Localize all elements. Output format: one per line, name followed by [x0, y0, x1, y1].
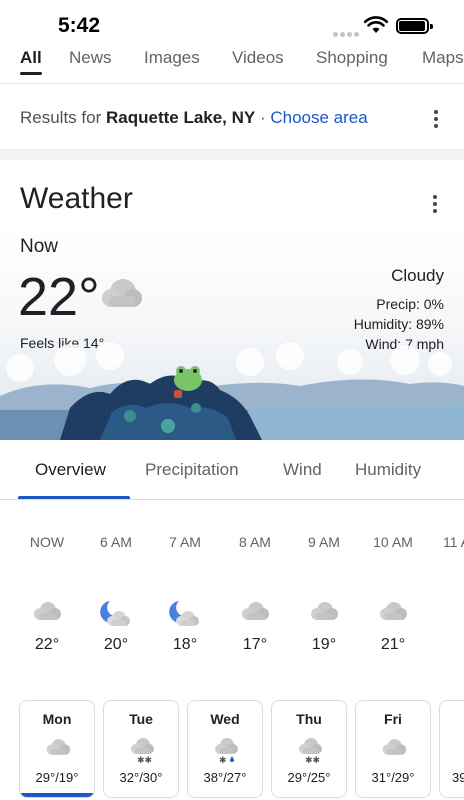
snow-rain-cloud-icon: ✱	[215, 738, 238, 765]
humidity: Humidity: 89%	[353, 316, 444, 332]
day-card-thu[interactable]: Thu ✱✱ 29°/25°	[271, 700, 347, 798]
cloud-icon	[102, 279, 142, 307]
weather-more-options-icon[interactable]	[433, 195, 437, 216]
day-name: Wed	[210, 711, 240, 727]
cloud-icon	[380, 602, 407, 620]
current-temperature: 22°	[18, 267, 100, 327]
tab-videos[interactable]: Videos	[232, 48, 284, 68]
separator: ·	[255, 108, 271, 127]
hourly-item: 6 AM 20°	[86, 534, 146, 653]
tab-overview[interactable]: Overview	[35, 460, 106, 480]
more-options-icon[interactable]	[434, 110, 438, 131]
choose-area-link[interactable]: Choose area	[270, 108, 367, 127]
location-name: Raquette Lake, NY	[105, 108, 256, 127]
cloud-icon	[311, 602, 338, 620]
hour-time: NOW	[29, 534, 65, 550]
active-tab-indicator	[18, 496, 130, 499]
moon-cloud-icon	[100, 601, 130, 626]
day-temps: 39	[452, 770, 464, 785]
results-prefix: Results for	[20, 108, 106, 127]
now-label: Now	[20, 236, 59, 257]
battery-icon	[396, 18, 433, 34]
tab-images[interactable]: Images	[144, 48, 200, 68]
hour-temp: 21°	[380, 636, 406, 653]
signal-icon	[333, 24, 361, 42]
day-card-tue[interactable]: Tue ✱✱ 32°/30°	[103, 700, 179, 798]
snow-cloud-icon: ✱✱	[299, 738, 322, 765]
precip: Precip: 0%	[376, 296, 444, 312]
hour-temp: 17°	[242, 636, 268, 653]
snow-cloud-icon: ✱✱	[131, 738, 154, 765]
location-bar: Results for Raquette Lake, NY · Choose a…	[0, 84, 464, 150]
day-temps: 29°/19°	[35, 770, 79, 785]
svg-text:✱✱: ✱✱	[305, 756, 320, 765]
weather-tabs: Overview Precipitation Wind Humidity	[0, 440, 464, 500]
hour-temp: 20°	[103, 636, 129, 653]
day-temps: 38°/27°	[203, 770, 247, 785]
cloud-icon	[34, 602, 61, 620]
wifi-icon	[364, 16, 388, 33]
hourly-item: 8 AM 17°	[225, 534, 285, 653]
status-time: 5:42	[58, 14, 101, 37]
location-text: Results for Raquette Lake, NY · Choose a…	[20, 108, 368, 128]
day-name: Tue	[129, 711, 153, 727]
hour-time: 9 AM	[308, 534, 340, 550]
hour-time: 8 AM	[239, 534, 271, 550]
moon-cloud-icon	[169, 601, 199, 626]
hourly-item: 11 A 23	[433, 534, 464, 550]
day-name: Mon	[42, 711, 72, 727]
hour-time: 6 AM	[100, 534, 132, 550]
hour-temp: 22°	[34, 636, 60, 653]
hour-temp: 18°	[172, 636, 198, 653]
day-temps: 29°/25°	[287, 770, 331, 785]
day-card-wed[interactable]: Wed ✱ 38°/27°	[187, 700, 263, 798]
hour-time: 11 A	[443, 534, 464, 550]
tab-shopping[interactable]: Shopping	[316, 48, 388, 68]
day-temps: 32°/30°	[119, 770, 163, 785]
cloud-icon	[46, 739, 71, 755]
status-bar: 5:42	[0, 0, 464, 44]
svg-text:✱: ✱	[219, 756, 227, 765]
tab-wind[interactable]: Wind	[283, 460, 322, 480]
search-tabs: All News Images Videos Shopping Maps	[0, 44, 464, 84]
tab-news[interactable]: News	[69, 48, 112, 68]
tab-maps[interactable]: Maps	[422, 48, 464, 68]
svg-text:✱✱: ✱✱	[137, 756, 152, 765]
tab-all[interactable]: All	[20, 48, 42, 75]
cloud-icon	[382, 739, 407, 755]
day-name: Thu	[296, 711, 322, 727]
hourly-item: 7 AM 18°	[155, 534, 215, 653]
tab-precipitation[interactable]: Precipitation	[145, 460, 239, 480]
section-divider	[0, 150, 464, 160]
hourly-item: 10 AM 21°	[363, 534, 423, 653]
hour-temp: 19°	[311, 636, 337, 653]
day-temps: 31°/29°	[371, 770, 415, 785]
hourly-item: 9 AM 19°	[294, 534, 354, 653]
hour-time: 10 AM	[373, 534, 413, 550]
day-card-fri[interactable]: Fri 31°/29°	[355, 700, 431, 798]
weather-title: Weather	[20, 182, 133, 215]
hour-time: 7 AM	[169, 534, 201, 550]
day-card-partial[interactable]: 39	[439, 700, 464, 798]
cloud-icon	[242, 602, 269, 620]
day-name: Fri	[384, 711, 402, 727]
weather-card: Weather Now 22° Feels like 14° Cloudy Pr…	[0, 160, 464, 800]
condition: Cloudy	[391, 266, 444, 285]
weather-scene-illustration	[0, 342, 464, 440]
day-card-mon[interactable]: Mon 29°/19°	[19, 700, 95, 798]
tab-humidity[interactable]: Humidity	[355, 460, 421, 480]
hourly-item: NOW 22°	[17, 534, 77, 653]
weather-hero: Now 22° Feels like 14° Cloudy Precip: 0%…	[0, 228, 464, 440]
